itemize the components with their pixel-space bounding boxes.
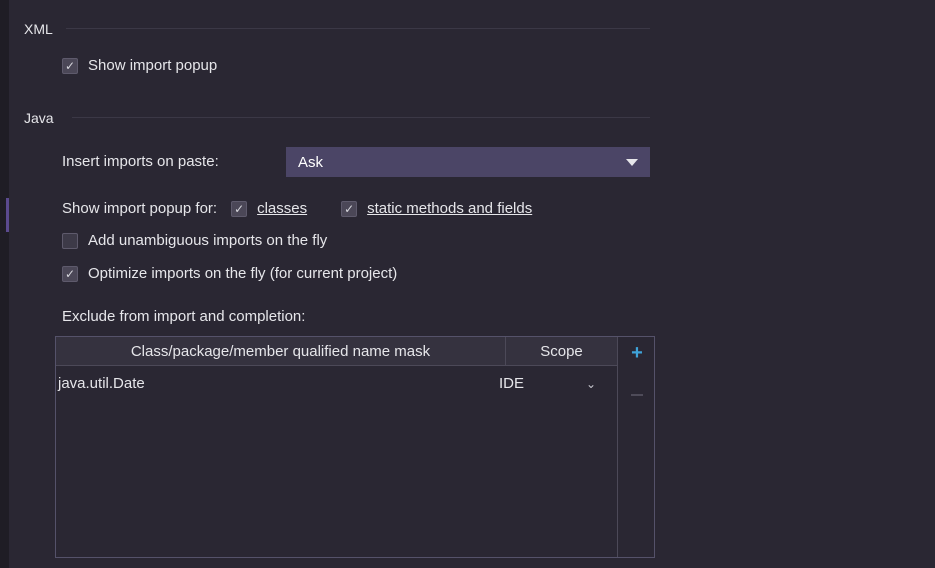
show-popup-for-row: Show import popup for: ✓ classes ✓ stati… — [62, 200, 532, 217]
selection-accent — [6, 198, 9, 232]
classes-label[interactable]: classes — [257, 200, 307, 217]
checkbox-show-import-popup-xml[interactable]: ✓ — [62, 57, 78, 74]
insert-imports-label: Insert imports on paste: — [62, 153, 219, 170]
checkbox-classes[interactable]: ✓ — [231, 200, 248, 217]
row-mask-cell[interactable]: java.util.Date — [58, 366, 145, 400]
add-unambiguous-imports[interactable]: Add unambiguous imports on the fly — [62, 232, 327, 249]
optimize-imports[interactable]: ✓ Optimize imports on the fly (for curre… — [62, 265, 397, 282]
static-methods-label[interactable]: static methods and fields — [367, 200, 532, 217]
table-header: Class/package/member qualified name mask… — [56, 337, 617, 366]
table-toolbar: + — [617, 337, 655, 557]
checkbox-optimize-imports[interactable]: ✓ — [62, 265, 78, 282]
table-row[interactable]: java.util.Date IDE ⌄ — [56, 366, 617, 400]
left-panel-edge — [0, 0, 9, 568]
insert-imports-dropdown[interactable]: Ask — [286, 147, 650, 177]
section-title-xml: XML — [24, 21, 53, 37]
section-divider-java — [72, 117, 650, 118]
column-header-mask[interactable]: Class/package/member qualified name mask — [56, 337, 506, 365]
show-import-popup-xml-label: Show import popup — [88, 57, 218, 74]
add-unambiguous-label: Add unambiguous imports on the fly — [88, 232, 328, 249]
checkbox-add-unambiguous[interactable] — [62, 232, 78, 249]
section-divider-xml — [66, 28, 650, 29]
exclude-label: Exclude from import and completion: — [62, 308, 306, 325]
show-import-popup-xml[interactable]: ✓ Show import popup — [62, 57, 217, 74]
section-title-java: Java — [24, 110, 54, 126]
exclude-table[interactable]: Class/package/member qualified name mask… — [55, 336, 655, 558]
dropdown-arrow-icon — [626, 159, 638, 166]
column-header-scope[interactable]: Scope — [506, 337, 617, 365]
insert-imports-value: Ask — [298, 153, 324, 171]
show-popup-for-label: Show import popup for: — [62, 200, 218, 217]
plus-icon[interactable]: + — [628, 343, 646, 363]
scope-chevron-down-icon[interactable]: ⌄ — [586, 377, 596, 391]
row-scope-cell[interactable]: IDE — [499, 366, 524, 400]
minus-icon[interactable] — [628, 386, 646, 404]
optimize-imports-label: Optimize imports on the fly (for current… — [88, 265, 398, 282]
checkbox-static-methods[interactable]: ✓ — [341, 200, 358, 217]
